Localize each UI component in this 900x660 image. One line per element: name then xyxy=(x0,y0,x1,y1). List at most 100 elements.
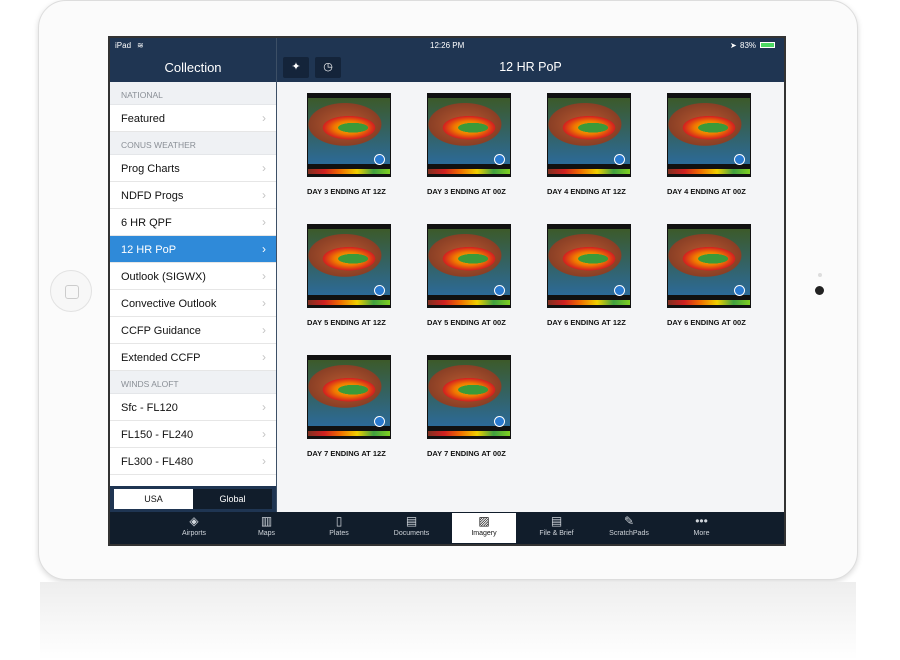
tab-label: Documents xyxy=(393,530,430,537)
color-scale xyxy=(308,300,390,305)
chevron-right-icon: › xyxy=(262,427,266,441)
list-item[interactable]: FL300 - FL480 › xyxy=(110,448,276,475)
chart-thumbnail[interactable]: DAY 3 ENDING AT 00Z xyxy=(427,93,511,196)
list-item-label: 6 HR QPF xyxy=(121,217,172,229)
thumbnail-caption: DAY 4 ENDING AT 12Z xyxy=(547,187,626,196)
tab-label: ScratchPads xyxy=(609,530,649,537)
noaa-logo xyxy=(494,285,505,296)
chevron-right-icon: › xyxy=(262,400,266,414)
tab-label: File & Brief xyxy=(539,530,574,537)
location-arrow-icon: ➤ xyxy=(730,41,737,50)
tab-label: Airports xyxy=(181,530,207,537)
section-header: NATIONAL xyxy=(110,82,276,105)
pop-map-image xyxy=(667,224,751,308)
list-item[interactable]: Prog Charts › xyxy=(110,155,276,182)
segment-global[interactable]: Global xyxy=(193,489,272,509)
list-item[interactable]: Featured › xyxy=(110,105,276,132)
list-item[interactable]: 12 HR PoP › xyxy=(110,236,276,263)
list-item[interactable]: Convective Outlook › xyxy=(110,290,276,317)
chevron-right-icon: › xyxy=(262,296,266,310)
chart-thumbnail[interactable]: DAY 7 ENDING AT 00Z xyxy=(427,355,511,458)
pop-map-image xyxy=(547,224,631,308)
list-item-label: FL150 - FL240 xyxy=(121,429,194,441)
noaa-logo xyxy=(614,285,625,296)
chart-thumbnail[interactable]: DAY 6 ENDING AT 12Z xyxy=(547,224,631,327)
chevron-right-icon: › xyxy=(262,111,266,125)
more-dots-icon: ••• xyxy=(695,514,708,528)
list-item-label: FL300 - FL480 xyxy=(121,456,194,468)
camera xyxy=(815,286,824,295)
home-button[interactable] xyxy=(50,270,92,312)
list-item[interactable]: FL150 - FL240 › xyxy=(110,421,276,448)
color-scale xyxy=(548,169,630,174)
chart-thumbnail[interactable]: DAY 3 ENDING AT 12Z xyxy=(307,93,391,196)
noaa-logo xyxy=(374,416,385,427)
pop-map-image xyxy=(307,93,391,177)
tab-maps[interactable]: ▥ Maps xyxy=(235,513,299,543)
tab-plates[interactable]: ▯ Plates xyxy=(307,513,371,543)
tab-documents[interactable]: ▤ Documents xyxy=(380,513,444,543)
thumbnail-caption: DAY 7 ENDING AT 00Z xyxy=(427,449,506,458)
tab-file-brief[interactable]: ▤ File & Brief xyxy=(525,513,589,543)
list-item[interactable]: CCFP Guidance › xyxy=(110,317,276,344)
reflection xyxy=(40,582,856,660)
list-item[interactable]: Outlook (SIGWX) › xyxy=(110,263,276,290)
map-icon: ▥ xyxy=(260,514,273,528)
thumbnail-caption: DAY 3 ENDING AT 12Z xyxy=(307,187,386,196)
color-scale xyxy=(668,300,750,305)
sensor xyxy=(818,273,822,277)
chart-thumbnail[interactable]: DAY 7 ENDING AT 12Z xyxy=(307,355,391,458)
chevron-right-icon: › xyxy=(262,269,266,283)
noaa-logo xyxy=(734,154,745,165)
chart-thumbnail[interactable]: DAY 6 ENDING AT 00Z xyxy=(667,224,751,327)
section-header: CONUS WEATHER xyxy=(110,132,276,155)
status-bar: iPad ≋ 12:26 PM ➤ 83% xyxy=(110,38,784,52)
noaa-logo xyxy=(614,154,625,165)
section-header: WINDS ALOFT xyxy=(110,371,276,394)
documents-icon: ▤ xyxy=(405,514,418,528)
page-title: 12 HR PoP xyxy=(499,60,562,74)
pop-map-image xyxy=(547,93,631,177)
collection-list[interactable]: NATIONAL Featured › CONUS WEATHER Prog Chart… xyxy=(110,82,276,486)
tab-scratchpads[interactable]: ✎ ScratchPads xyxy=(597,513,661,543)
noaa-logo xyxy=(374,154,385,165)
list-item-label: Extended CCFP xyxy=(121,352,201,364)
chevron-right-icon: › xyxy=(262,161,266,175)
tab-airports[interactable]: ◈ Airports xyxy=(162,513,226,543)
chart-thumbnail[interactable]: DAY 4 ENDING AT 12Z xyxy=(547,93,631,196)
chevron-right-icon: › xyxy=(262,350,266,364)
noaa-logo xyxy=(374,285,385,296)
list-item-label: Outlook (SIGWX) xyxy=(121,271,206,283)
tab-more[interactable]: ••• More xyxy=(670,513,734,543)
pop-map-image xyxy=(427,224,511,308)
chevron-right-icon: › xyxy=(262,215,266,229)
tab-label: Plates xyxy=(329,530,349,537)
list-item[interactable]: Extended CCFP › xyxy=(110,344,276,371)
thumbnail-caption: DAY 3 ENDING AT 00Z xyxy=(427,187,506,196)
thumbnail-caption: DAY 6 ENDING AT 00Z xyxy=(667,318,746,327)
thumbnail-caption: DAY 7 ENDING AT 12Z xyxy=(307,449,386,458)
scratchpad-pen-icon: ✎ xyxy=(623,514,635,528)
chevron-right-icon: › xyxy=(262,323,266,337)
tab-imagery[interactable]: ▨ Imagery xyxy=(452,513,516,543)
list-item[interactable]: 6 HR QPF › xyxy=(110,209,276,236)
chevron-right-icon: › xyxy=(262,242,266,256)
list-item[interactable]: Sfc - FL120 › xyxy=(110,394,276,421)
segment-usa[interactable]: USA xyxy=(114,489,193,509)
airports-icon: ◈ xyxy=(189,514,199,528)
chart-thumbnail[interactable]: DAY 4 ENDING AT 00Z xyxy=(667,93,751,196)
color-scale xyxy=(668,169,750,174)
screen: iPad ≋ 12:26 PM ➤ 83% Collection ✦ ◷ 12 … xyxy=(108,36,786,546)
list-item[interactable]: NDFD Progs › xyxy=(110,182,276,209)
noaa-logo xyxy=(734,285,745,296)
color-scale xyxy=(308,431,390,436)
list-item-label: 12 HR PoP xyxy=(121,244,177,256)
battery-percent: 83% xyxy=(740,41,757,50)
clock-time: 12:26 PM xyxy=(430,41,465,50)
color-scale xyxy=(428,169,510,174)
color-scale xyxy=(308,169,390,174)
chart-thumbnail[interactable]: DAY 5 ENDING AT 00Z xyxy=(427,224,511,327)
chart-thumbnail[interactable]: DAY 5 ENDING AT 12Z xyxy=(307,224,391,327)
list-item-label: Featured xyxy=(121,113,166,125)
tab-label: Imagery xyxy=(471,530,497,537)
